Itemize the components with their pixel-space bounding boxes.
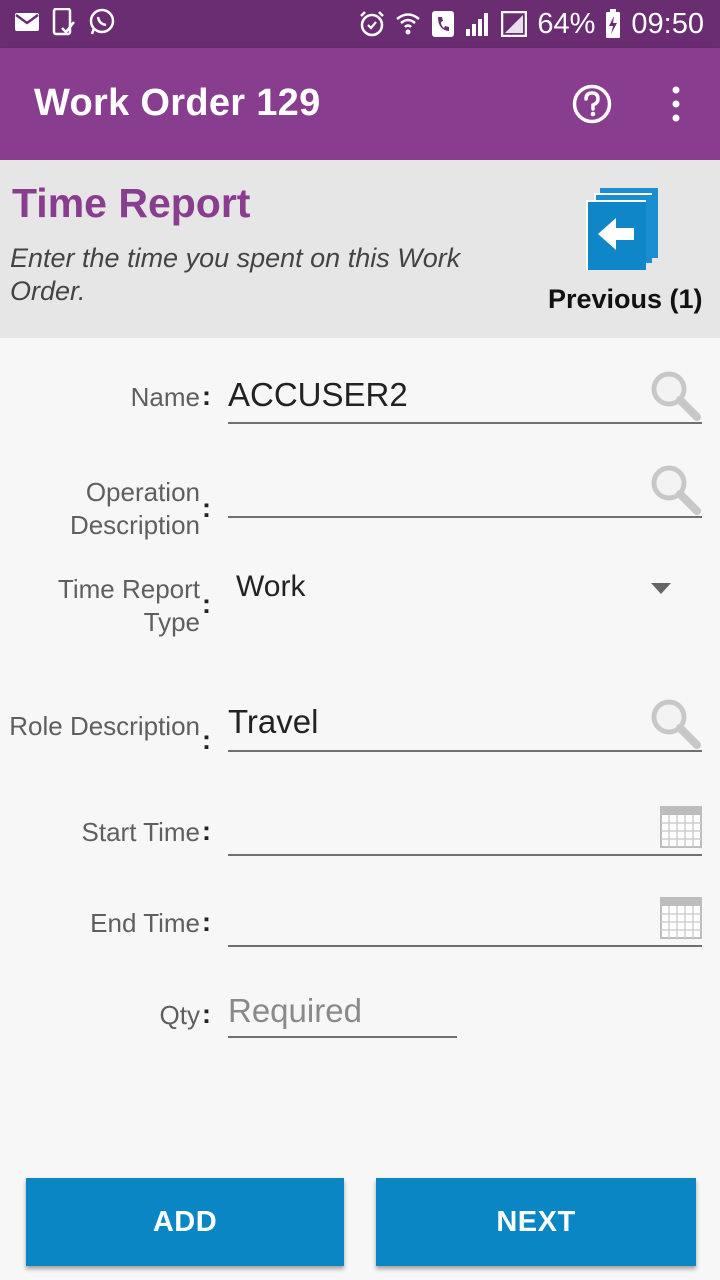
call-icon [431,10,455,38]
time-report-type-label: Time Report Type [57,574,200,637]
start-time-label: Start Time [81,817,200,847]
qty-input-placeholder[interactable]: Required [228,992,362,1030]
mail-icon [14,11,40,33]
search-icon[interactable] [648,696,702,750]
name-value[interactable]: ACCUSER2 [228,376,408,414]
name-colon: : [202,381,211,411]
section-title: Time Report [12,180,251,226]
whatsapp-icon [88,8,116,36]
start-colon: : [202,816,211,846]
status-bar: 64% 09:50 [0,0,720,48]
add-button[interactable]: ADD [26,1178,344,1266]
phone-check-icon [52,8,76,36]
time-report-type-select[interactable]: Work [236,570,305,604]
clock: 09:50 [631,8,704,40]
qty-label: Qty [159,1000,200,1030]
overflow-menu-icon[interactable] [660,84,692,124]
operation-description-field[interactable] [228,516,702,518]
calendar-icon[interactable] [660,897,702,939]
type-colon: : [202,589,211,619]
end-colon: : [202,907,211,937]
battery-percent: 64% [537,8,596,40]
end-time-field[interactable] [228,945,702,947]
role-description-value[interactable]: Travel [228,703,318,741]
battery-charging-icon [605,9,621,39]
alarm-icon [359,10,385,38]
app-bar: Work Order 129 [0,48,720,160]
search-icon[interactable] [648,462,702,516]
role-description-field[interactable] [228,750,702,752]
previous-button-label[interactable]: Previous (1) [548,284,703,315]
search-icon[interactable] [648,368,702,422]
app-title: Work Order 129 [34,82,321,124]
help-icon[interactable] [572,84,612,124]
signal-icon [465,11,491,37]
name-label: Name [130,382,200,412]
operation-colon: : [202,493,211,523]
operation-description-label: Operation Description [69,477,200,540]
calendar-icon[interactable] [660,806,702,848]
end-time-label: End Time [90,908,200,938]
signal-empty-icon [501,11,528,37]
section-header: Time Report Enter the time you spent on … [0,160,720,338]
start-time-field[interactable] [228,854,702,856]
role-description-label: Role Description [9,711,200,741]
qty-colon: : [202,999,211,1029]
role-colon: : [202,725,211,755]
chevron-down-icon[interactable] [651,582,671,594]
qty-input[interactable] [228,1036,457,1038]
name-field[interactable] [228,422,702,424]
section-subtitle: Enter the time you spent on this Work Or… [10,243,461,306]
wifi-call-icon [395,10,421,38]
next-button[interactable]: NEXT [376,1178,696,1266]
previous-icon[interactable] [586,186,660,270]
